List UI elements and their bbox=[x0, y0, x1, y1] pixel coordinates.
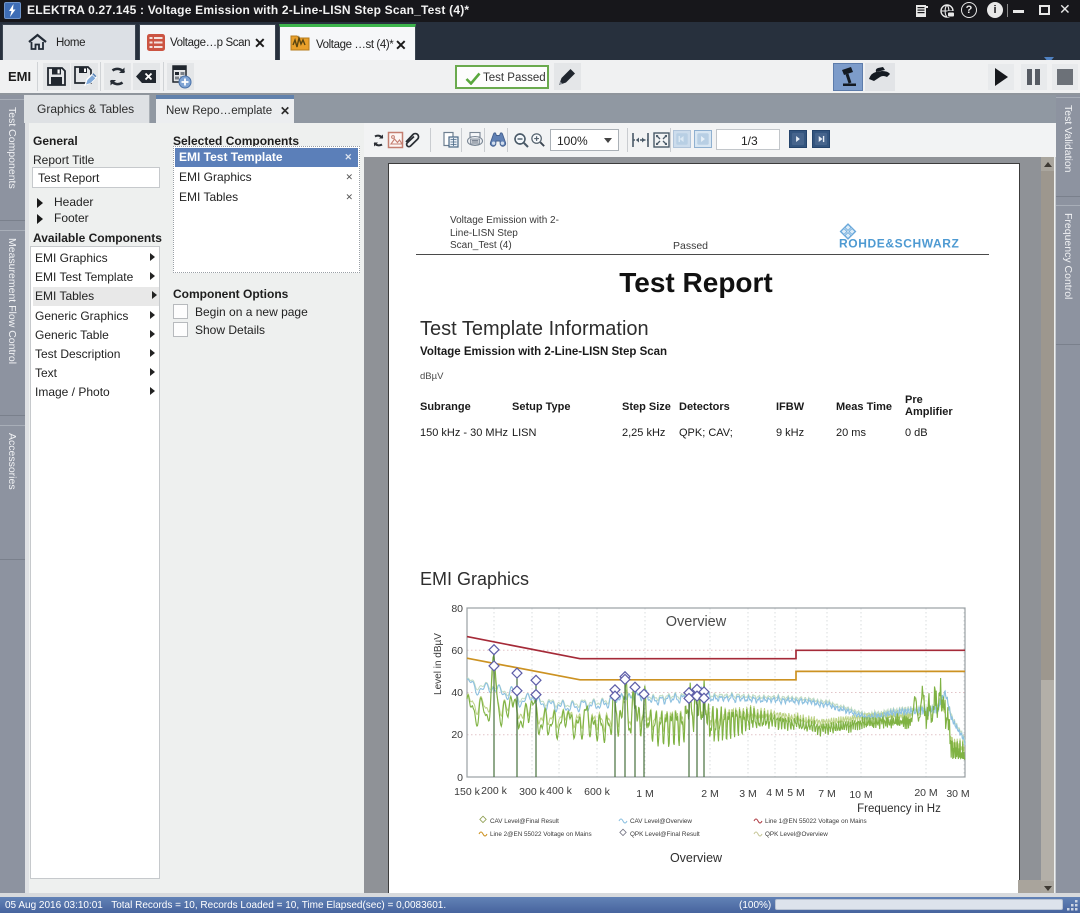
svg-text:Line 2@EN 55022 Voltage on Mai: Line 2@EN 55022 Voltage on Mains bbox=[490, 831, 592, 838]
svg-text:80: 80 bbox=[451, 603, 463, 615]
svg-text:200 k: 200 k bbox=[481, 785, 507, 797]
svg-text:400 k: 400 k bbox=[546, 785, 572, 797]
svg-text:Level in dBµV: Level in dBµV bbox=[433, 633, 444, 695]
svg-text:10 M: 10 M bbox=[849, 789, 872, 801]
svg-text:Line 1@EN 55022 Voltage on Mai: Line 1@EN 55022 Voltage on Mains bbox=[765, 818, 867, 825]
svg-text:300 k: 300 k bbox=[519, 786, 545, 798]
svg-text:600 k: 600 k bbox=[584, 786, 610, 798]
svg-text:150 k: 150 k bbox=[454, 786, 480, 798]
svg-text:QPK Level@Final Result: QPK Level@Final Result bbox=[630, 831, 700, 838]
svg-text:CAV Level@Final Result: CAV Level@Final Result bbox=[490, 818, 559, 825]
svg-text:0: 0 bbox=[457, 772, 463, 784]
svg-text:60: 60 bbox=[451, 645, 463, 657]
svg-text:Overview: Overview bbox=[666, 614, 727, 630]
svg-text:ROHDE&SCHWARZ: ROHDE&SCHWARZ bbox=[839, 237, 959, 251]
svg-text:3 M: 3 M bbox=[739, 788, 757, 800]
svg-text:40: 40 bbox=[451, 687, 463, 699]
svg-text:5 M: 5 M bbox=[787, 787, 805, 799]
svg-text:1 M: 1 M bbox=[636, 788, 654, 800]
svg-text:Frequency in Hz: Frequency in Hz bbox=[857, 803, 941, 815]
svg-text:7 M: 7 M bbox=[818, 788, 836, 800]
svg-text:20: 20 bbox=[451, 729, 463, 741]
svg-text:4 M: 4 M bbox=[766, 787, 784, 799]
svg-text:20 M: 20 M bbox=[914, 787, 937, 799]
svg-text:30 M: 30 M bbox=[946, 788, 969, 800]
svg-text:2 M: 2 M bbox=[701, 788, 719, 800]
svg-text:Overview: Overview bbox=[670, 851, 723, 865]
svg-text:QPK Level@Overview: QPK Level@Overview bbox=[765, 831, 828, 838]
svg-text:CAV Level@Overview: CAV Level@Overview bbox=[630, 818, 692, 825]
